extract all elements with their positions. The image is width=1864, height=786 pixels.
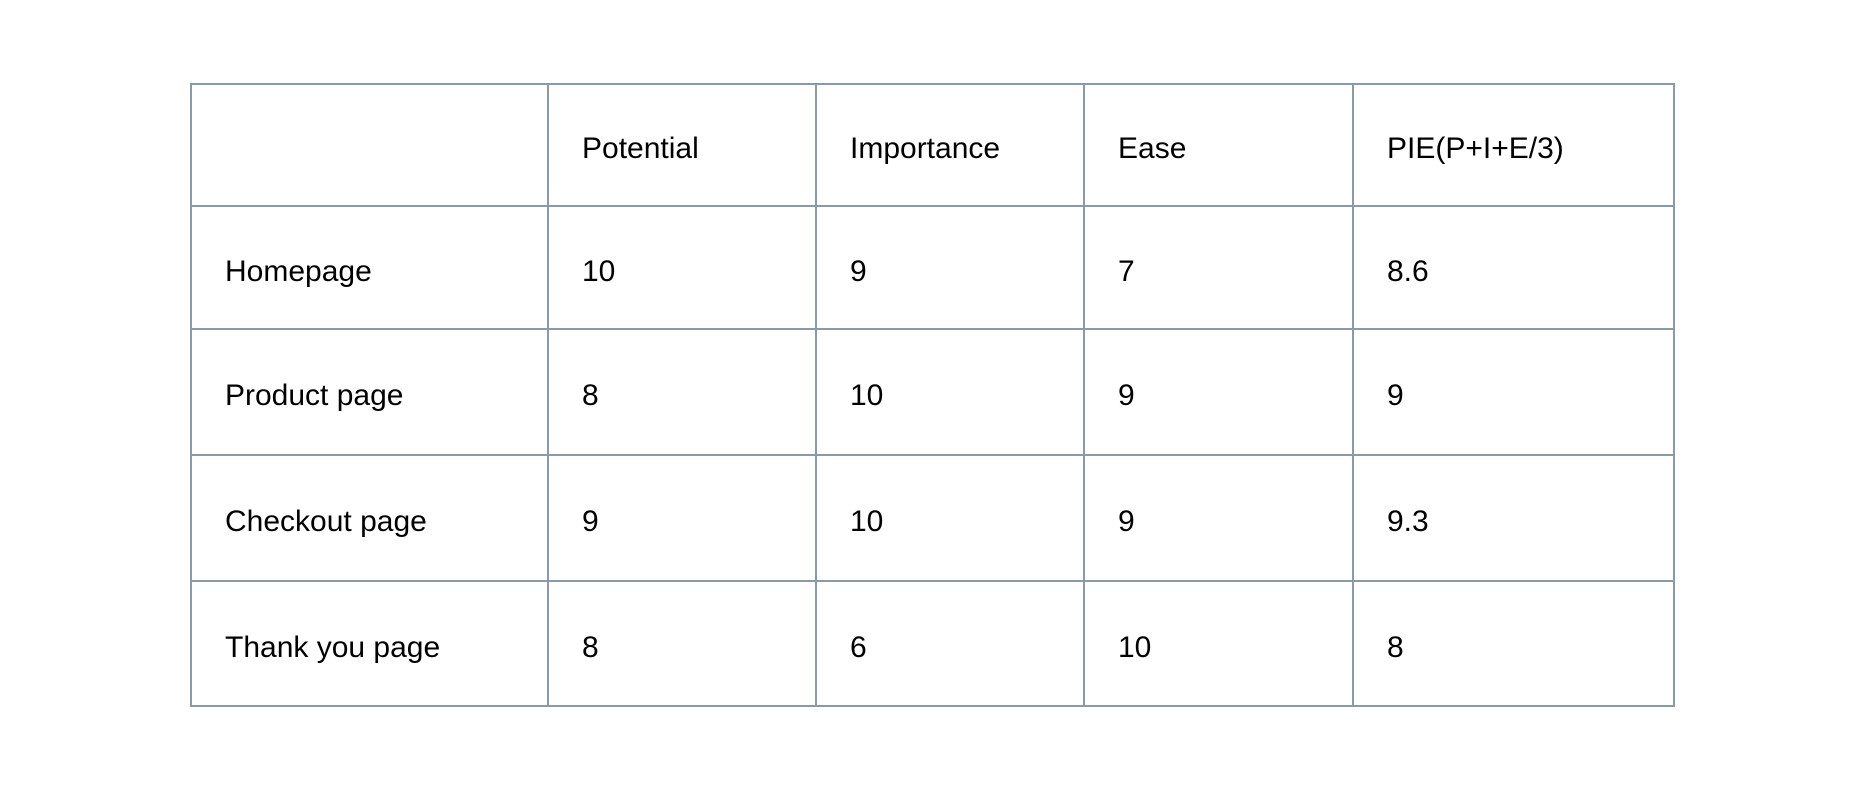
header-cell-pie-score: PIE(P+I+E/3) — [1352, 83, 1675, 207]
pie-scoring-table: Potential Importance Ease PIE(P+I+E/3) H… — [190, 83, 1675, 707]
header-cell-potential: Potential — [547, 83, 817, 207]
header-cell-importance: Importance — [815, 83, 1085, 207]
potential-cell: 8 — [547, 580, 817, 707]
importance-cell: 10 — [815, 328, 1085, 456]
table-row: Checkout page 9 10 9 9.3 — [190, 454, 1675, 582]
header-cell-blank — [190, 83, 549, 207]
table-row: Homepage 10 9 7 8.6 — [190, 205, 1675, 330]
row-label: Checkout page — [190, 454, 549, 582]
pie-score-cell: 8.6 — [1352, 205, 1675, 330]
ease-cell: 7 — [1083, 205, 1354, 330]
ease-cell: 9 — [1083, 454, 1354, 582]
table-row: Thank you page 8 6 10 8 — [190, 580, 1675, 707]
row-label: Product page — [190, 328, 549, 456]
row-label: Thank you page — [190, 580, 549, 707]
importance-cell: 6 — [815, 580, 1085, 707]
potential-cell: 9 — [547, 454, 817, 582]
header-cell-ease: Ease — [1083, 83, 1354, 207]
potential-cell: 10 — [547, 205, 817, 330]
importance-cell: 10 — [815, 454, 1085, 582]
table-row: Product page 8 10 9 9 — [190, 328, 1675, 456]
ease-cell: 9 — [1083, 328, 1354, 456]
row-label: Homepage — [190, 205, 549, 330]
importance-cell: 9 — [815, 205, 1085, 330]
pie-score-cell: 8 — [1352, 580, 1675, 707]
table-header-row: Potential Importance Ease PIE(P+I+E/3) — [190, 83, 1675, 207]
potential-cell: 8 — [547, 328, 817, 456]
pie-score-cell: 9.3 — [1352, 454, 1675, 582]
pie-score-cell: 9 — [1352, 328, 1675, 456]
ease-cell: 10 — [1083, 580, 1354, 707]
